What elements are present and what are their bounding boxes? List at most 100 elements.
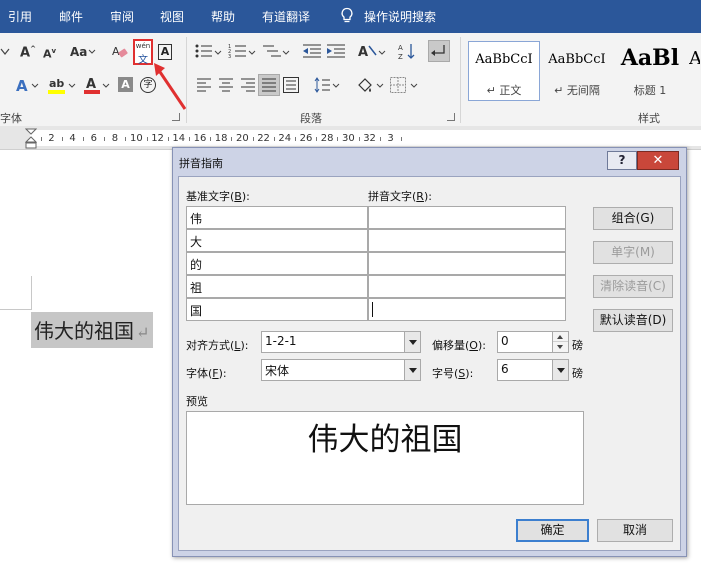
ruler-tick <box>337 137 339 141</box>
style-next[interactable]: A <box>688 41 701 101</box>
chevron-down-icon[interactable] <box>88 49 96 55</box>
tab-help[interactable]: 帮助 <box>211 8 235 25</box>
ruby-text-cell[interactable] <box>368 252 566 275</box>
highlight-color-icon[interactable]: ab <box>48 75 66 95</box>
font-color-icon[interactable]: A <box>84 75 100 95</box>
base-text-cell[interactable]: 大 <box>186 229 368 252</box>
style-heading-1[interactable]: AaBl 标题 1 <box>614 41 686 101</box>
numbering-icon[interactable]: 123 <box>228 43 248 59</box>
change-case-icon[interactable]: Aa <box>70 45 87 59</box>
align-center-icon[interactable] <box>218 78 234 92</box>
style-no-spacing[interactable]: AaBbCcI ↵ 无间隔 <box>541 41 613 101</box>
default-reading-button[interactable]: 默认读音(D) <box>593 309 673 332</box>
chevron-down-icon[interactable] <box>404 360 420 380</box>
style-normal[interactable]: AaBbCcI ↵ 正文 <box>468 41 540 101</box>
ruby-text-cell[interactable] <box>368 275 566 298</box>
chevron-down-icon[interactable] <box>376 83 384 89</box>
tab-youdao-translate[interactable]: 有道翻译 <box>262 8 310 25</box>
style-sample: A <box>689 48 701 69</box>
decrease-indent-icon[interactable] <box>302 43 322 59</box>
phonetic-guide-button[interactable]: wén 文 <box>133 39 153 66</box>
indent-marker-icon[interactable] <box>25 128 37 150</box>
chevron-down-icon[interactable] <box>410 83 418 89</box>
clear-formatting-icon[interactable]: A <box>112 43 128 59</box>
size-select[interactable]: 6 <box>497 359 569 381</box>
ruler-tick <box>104 137 106 141</box>
tab-references[interactable]: 引用 <box>8 8 32 25</box>
chevron-down-icon[interactable] <box>214 50 222 56</box>
mono-button[interactable]: 单字(M) <box>593 241 673 264</box>
size-value: 6 <box>501 362 509 376</box>
text-effects-icon[interactable]: A <box>16 77 28 95</box>
close-button[interactable]: ✕ <box>637 151 679 170</box>
base-text-cell[interactable]: 的 <box>186 252 368 275</box>
chevron-down-icon[interactable] <box>378 50 386 56</box>
return-arrow-icon <box>431 45 445 56</box>
svg-text:3: 3 <box>228 54 231 59</box>
chevron-down-icon[interactable] <box>332 83 340 89</box>
font-select[interactable]: 宋体 <box>261 359 421 381</box>
justify-button[interactable] <box>258 74 280 96</box>
selected-document-text[interactable]: 伟大的祖国 ↵ <box>31 312 154 348</box>
enclosed-character-icon[interactable]: 字 <box>140 77 156 93</box>
group-button[interactable]: 组合(G) <box>593 207 673 230</box>
ruler-number: 4 <box>69 133 76 144</box>
base-text-cell[interactable]: 伟 <box>186 206 368 229</box>
chinese-layout-icon[interactable]: A <box>358 43 378 59</box>
ruler-tick <box>40 137 42 141</box>
chevron-down-icon[interactable] <box>552 360 568 380</box>
tab-view[interactable]: 视图 <box>160 8 184 25</box>
multilevel-list-icon[interactable] <box>262 43 282 59</box>
chevron-down-icon[interactable] <box>282 50 290 56</box>
spin-down-icon[interactable] <box>553 342 568 352</box>
offset-value: 0 <box>501 334 509 348</box>
align-left-icon[interactable] <box>196 78 212 92</box>
line-spacing-icon[interactable] <box>313 77 331 93</box>
shading-icon[interactable] <box>356 76 374 94</box>
font-dialog-launcher[interactable] <box>172 113 180 121</box>
bullets-icon[interactable] <box>194 43 214 59</box>
help-button[interactable]: ? <box>607 151 637 170</box>
chevron-down-icon[interactable] <box>404 332 420 352</box>
offset-spin-buttons[interactable] <box>552 332 568 352</box>
ruler-number: 20 <box>236 133 249 144</box>
chevron-down-icon[interactable] <box>102 83 110 89</box>
align-right-icon[interactable] <box>240 78 256 92</box>
tell-me-search[interactable]: 操作说明搜索 <box>364 8 436 25</box>
chevron-down-icon[interactable] <box>68 83 76 89</box>
cancel-button[interactable]: 取消 <box>597 519 673 542</box>
ruby-text-cell[interactable] <box>368 229 566 252</box>
base-text-cell[interactable]: 国 <box>186 298 368 321</box>
tab-review[interactable]: 审阅 <box>110 8 134 25</box>
chevron-down-icon[interactable] <box>248 50 256 56</box>
ruby-text-cell[interactable] <box>368 206 566 229</box>
tab-mailings[interactable]: 邮件 <box>59 8 83 25</box>
svg-text:Z: Z <box>398 53 403 60</box>
offset-spinner[interactable]: 0 <box>497 331 569 353</box>
alignment-select[interactable]: 1-2-1 <box>261 331 421 353</box>
ruby-text-cell-active[interactable] <box>368 298 566 321</box>
shrink-font-icon[interactable]: Av <box>43 47 56 61</box>
paragraph-dialog-launcher[interactable] <box>447 113 455 121</box>
borders-icon[interactable] <box>390 77 406 93</box>
ruler-tick <box>358 137 360 141</box>
grow-font-icon[interactable]: A^ <box>20 45 36 60</box>
distributed-icon[interactable] <box>283 77 299 93</box>
clear-reading-button[interactable]: 清除读音(C) <box>593 275 673 298</box>
ruler-number: 18 <box>214 133 228 144</box>
ok-button[interactable]: 确定 <box>516 519 589 542</box>
ruler-number: 3 <box>387 133 394 144</box>
enclose-characters-icon[interactable]: A <box>158 44 172 60</box>
alignment-label: 对齐方式(L): <box>186 339 249 352</box>
show-formatting-marks-button[interactable] <box>428 40 450 62</box>
spin-up-icon[interactable] <box>553 332 568 342</box>
ruler-tick <box>210 137 212 141</box>
character-shading-icon[interactable]: A <box>118 77 133 92</box>
sort-icon[interactable]: AZ <box>398 42 416 60</box>
style-sample: AaBbCcI <box>548 52 606 67</box>
ruler-number: 28 <box>320 133 334 144</box>
font-size-dropdown-arrow[interactable] <box>0 45 12 59</box>
increase-indent-icon[interactable] <box>326 43 346 59</box>
chevron-down-icon[interactable] <box>31 83 39 89</box>
base-text-cell[interactable]: 祖 <box>186 275 368 298</box>
